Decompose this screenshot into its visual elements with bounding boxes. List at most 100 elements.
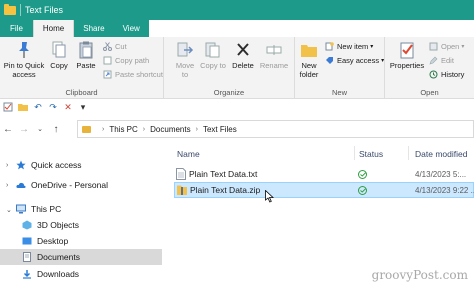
tab-view[interactable]: View [114,20,149,37]
new-item-button[interactable]: New item ▾ [325,42,373,51]
cloud-icon [16,182,26,188]
new-item-dropdown-icon: ▾ [370,44,374,50]
nav-documents[interactable]: Documents [0,249,162,265]
open-label: Open [441,42,460,51]
easy-access-dropdown-icon: ▾ [381,58,385,64]
address-folder-icon [82,125,91,133]
copy-to-button[interactable]: Copy to [200,41,226,70]
new-item-label: New item [337,42,369,51]
copy-to-icon [205,42,220,58]
rename-icon [266,45,282,55]
properties-button[interactable]: Properties [387,41,427,70]
nav-label: Desktop [37,236,69,246]
copy-button[interactable]: Copy [48,41,70,70]
paste-icon [79,41,93,59]
qat-customize-icon[interactable]: ▾ [78,102,88,112]
nav-label: This PC [31,204,62,214]
quick-access-toolbar: ↶ ↷ ✕ ▾ [0,99,474,115]
desktop-icon [22,237,32,245]
column-separator[interactable] [354,146,355,160]
onedrive-chevron-icon[interactable]: › [6,182,8,189]
file-date: 4/13/2023 5:... [415,170,467,179]
new-folder-qat-icon[interactable] [18,102,28,112]
history-button[interactable]: History [429,70,464,79]
nav-3d-objects[interactable]: 3D Objects [22,217,79,233]
copy-to-label: Copy to [200,61,226,70]
nav-label: Quick access [31,160,82,170]
ribbon-tabs: File Home Share View [0,20,474,37]
paste-shortcut-icon [103,70,112,79]
file-list: Name Status Date modified Plain Text Dat… [164,142,474,286]
star-icon [16,160,26,170]
computer-icon [16,204,26,214]
ribbon: Pin to Quick access Copy Paste Cut Copy … [0,37,474,99]
zip-folder-icon [177,185,187,195]
paste-label: Paste [76,61,96,70]
edit-button[interactable]: Edit [429,56,454,65]
breadcrumb-text-files[interactable]: Text Files [203,125,237,134]
back-icon[interactable]: ← [0,124,16,135]
file-name: Plain Text Data.txt [189,169,258,179]
window-title: Text Files [25,5,64,15]
new-folder-button[interactable]: New folder [296,41,322,79]
delete-button[interactable]: Delete [230,41,256,70]
nav-desktop[interactable]: Desktop [22,233,68,249]
nav-this-pc[interactable]: This PC [16,201,61,217]
new-item-icon [325,42,334,51]
copy-path-label: Copy path [115,56,150,65]
column-header-status[interactable]: Status [359,149,383,159]
breadcrumb-documents[interactable]: Documents [150,125,190,134]
clipboard-group: Pin to Quick access Copy Paste Cut Copy … [0,37,164,99]
move-to-button[interactable]: Move to [172,41,198,79]
redo-icon[interactable]: ↷ [48,102,58,112]
pin-quick-access-button[interactable]: Pin to Quick access [2,41,46,79]
sync-ok-icon [358,170,367,179]
column-header-date[interactable]: Date modified [415,149,467,159]
new-folder-label: New folder [299,61,319,79]
new-folder-icon [301,45,317,57]
move-to-label: Move to [175,61,195,79]
column-header-name[interactable]: Name [177,149,200,159]
this-pc-chevron-icon[interactable]: ⌄ [6,206,12,214]
new-group: New folder New item ▾ Easy access ▾ New [295,37,385,99]
easy-access-button[interactable]: Easy access ▾ [325,56,384,65]
tab-home[interactable]: Home [32,20,75,37]
folder-icon [4,3,16,15]
organize-group: Move to Copy to Delete Rename Organize [164,37,295,99]
recent-locations-icon[interactable]: ⌄ [32,125,48,133]
sync-ok-icon [358,186,367,195]
undo-icon[interactable]: ↶ [33,102,43,112]
paste-button[interactable]: Paste [74,41,98,70]
column-separator[interactable] [408,146,409,160]
paste-shortcut-button[interactable]: Paste shortcut [103,70,163,79]
watermark: groovyPost.com [371,268,468,282]
delete-qat-icon[interactable]: ✕ [63,102,73,112]
tab-share[interactable]: Share [74,20,113,37]
file-name: Plain Text Data.zip [190,185,261,195]
download-icon [23,270,31,279]
copy-icon [52,41,66,58]
address-bar[interactable]: › This PC › Documents › Text Files [77,120,474,138]
breadcrumb-separator-icon: › [142,125,146,133]
properties-check-icon[interactable] [3,102,13,112]
properties-icon [400,42,414,59]
open-button[interactable]: Open ▾ [429,42,464,51]
forward-icon[interactable]: → [16,124,32,135]
tab-file[interactable]: File [0,20,33,37]
rename-button[interactable]: Rename [259,41,289,70]
nav-label: Downloads [37,269,80,279]
cube-icon [22,220,32,230]
breadcrumb-this-pc[interactable]: This PC [109,125,137,134]
nav-onedrive[interactable]: OneDrive - Personal [16,177,108,193]
text-file-icon [176,168,186,180]
breadcrumb-separator-icon: › [102,125,105,133]
file-date: 4/13/2023 9:22 ... [415,186,474,195]
up-icon[interactable]: ↑ [48,124,64,135]
nav-quick-access[interactable]: Quick access [16,157,82,173]
cut-button[interactable]: Cut [103,42,127,51]
quick-access-chevron-icon[interactable]: › [6,162,8,169]
copy-path-button[interactable]: Copy path [103,56,149,65]
cut-label: Cut [115,42,127,51]
pin-icon [19,42,29,58]
nav-downloads[interactable]: Downloads [22,266,79,282]
